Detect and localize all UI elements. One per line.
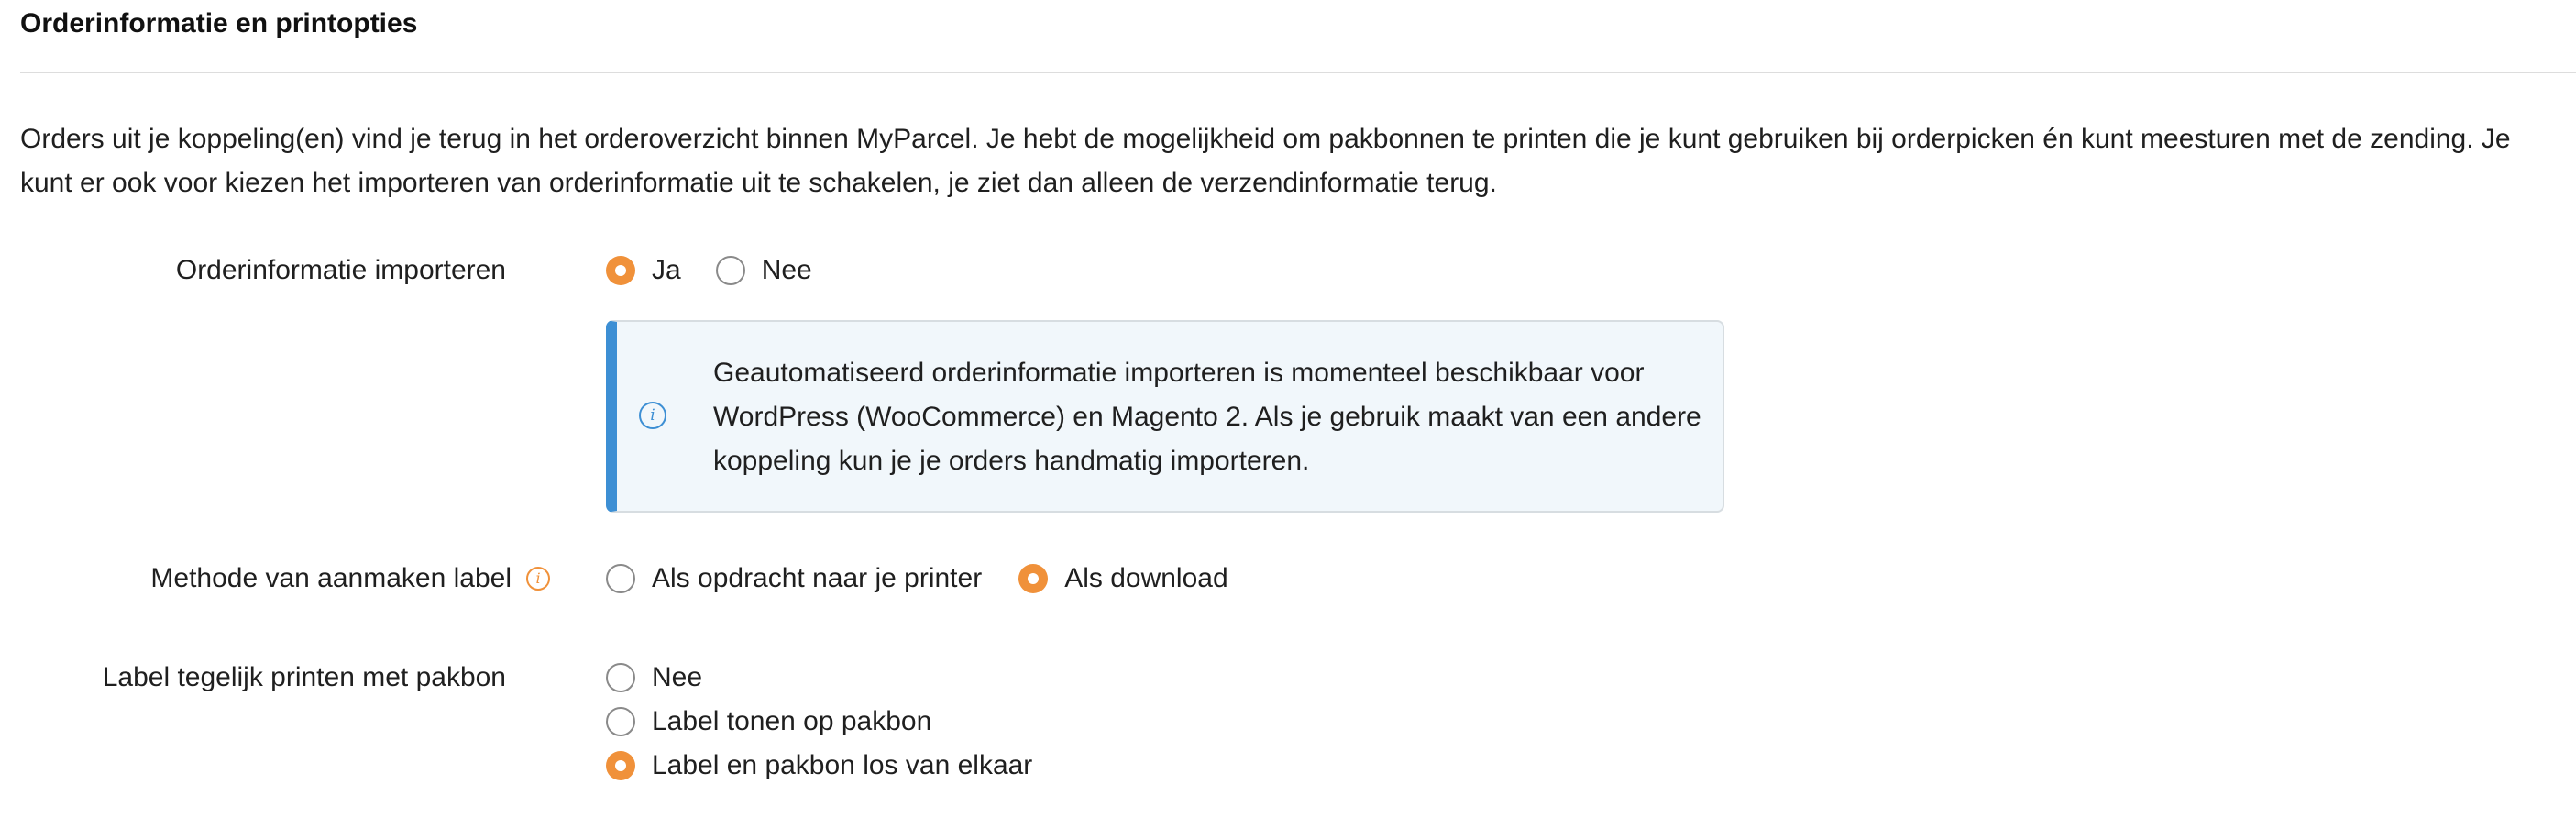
radio-button[interactable] bbox=[606, 564, 635, 593]
section-title: Orderinformatie en printopties bbox=[20, 8, 418, 39]
info-icon[interactable]: i bbox=[526, 567, 550, 591]
radio-label: Label en pakbon los van elkaar bbox=[652, 750, 1033, 780]
packing-slip-option-nee[interactable]: Nee bbox=[606, 659, 702, 696]
order-import-option-nee[interactable]: Nee bbox=[715, 252, 812, 289]
radio-label: Nee bbox=[652, 662, 703, 692]
radio-label: Nee bbox=[761, 255, 812, 285]
section-intro: Orders uit je koppeling(en) vind je teru… bbox=[20, 124, 2511, 198]
label-method-label: Methode van aanmaken label i bbox=[150, 560, 550, 597]
order-import-notice-text: Geautomatiseerd orderinformatie importer… bbox=[713, 358, 1701, 476]
radio-label: Ja bbox=[652, 255, 681, 285]
label-method-option-printer[interactable]: Als opdracht naar je printer bbox=[606, 560, 982, 597]
info-icon: i bbox=[639, 402, 666, 429]
radio-label: Label tonen op pakbon bbox=[652, 706, 932, 736]
radio-button[interactable] bbox=[606, 751, 635, 780]
radio-label: Als opdracht naar je printer bbox=[652, 563, 983, 593]
radio-button[interactable] bbox=[606, 707, 635, 736]
radio-button[interactable] bbox=[606, 256, 635, 285]
order-import-radio-group: Ja Nee bbox=[606, 252, 812, 289]
section-divider bbox=[20, 72, 2576, 73]
order-import-label: Orderinformatie importeren bbox=[175, 255, 506, 285]
order-import-option-ja[interactable]: Ja bbox=[606, 252, 681, 289]
radio-button[interactable] bbox=[606, 663, 635, 692]
label-method-label-text: Methode van aanmaken label bbox=[150, 563, 512, 593]
label-method-option-download[interactable]: Als download bbox=[1018, 560, 1228, 597]
packing-slip-option-show-on-slip[interactable]: Label tonen op pakbon bbox=[606, 703, 931, 740]
packing-slip-option-separate[interactable]: Label en pakbon los van elkaar bbox=[606, 747, 1032, 784]
label-method-radio-group: Als opdracht naar je printer Als downloa… bbox=[606, 560, 1228, 597]
packing-slip-label: Label tegelijk printen met pakbon bbox=[102, 662, 506, 692]
radio-label: Als download bbox=[1064, 563, 1228, 593]
radio-button[interactable] bbox=[715, 256, 745, 285]
radio-button[interactable] bbox=[1018, 564, 1049, 593]
